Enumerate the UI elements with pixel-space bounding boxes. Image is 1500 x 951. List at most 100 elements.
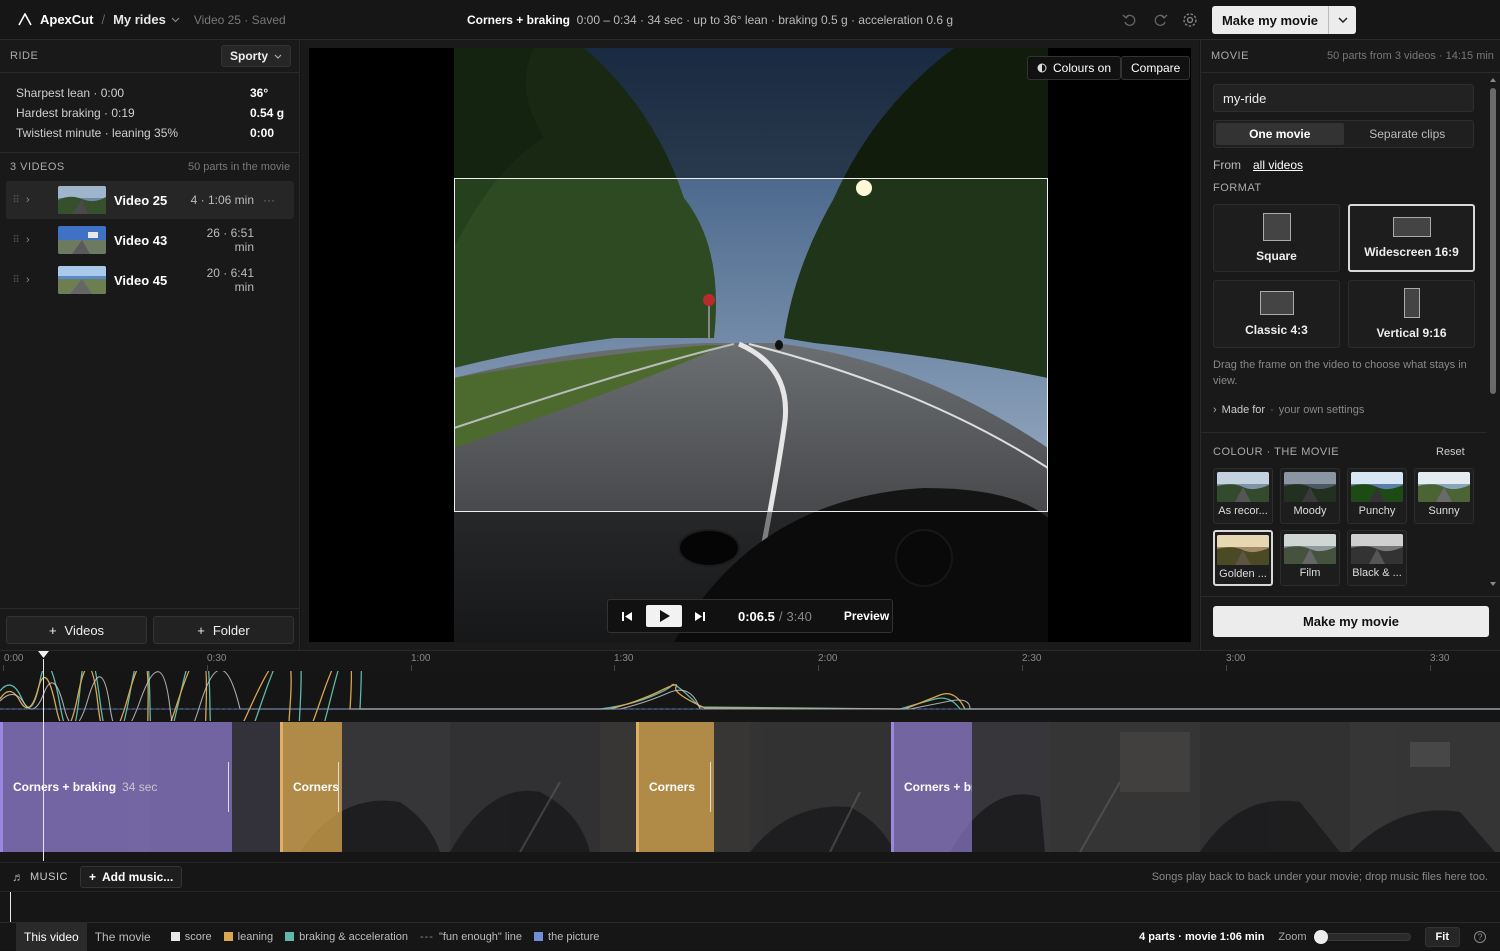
- movie-section-label: MOVIE: [1211, 50, 1249, 62]
- divider: [1201, 432, 1487, 433]
- mode-separate-clips[interactable]: Separate clips: [1344, 123, 1472, 145]
- made-for-row[interactable]: › Made for · your own settings: [1213, 404, 1364, 416]
- timeline[interactable]: 0:00 0:30 1:00 1:30 2:00 2:30 3:00 3:30: [0, 650, 1500, 922]
- segment-stats: 0:00 – 0:34 · 34 sec · up to 36° lean · …: [576, 13, 954, 27]
- video-frame[interactable]: [454, 48, 1048, 642]
- square-shape-icon: [1262, 213, 1291, 241]
- movie-segment[interactable]: Corners: [636, 722, 714, 852]
- panel-scrollbar[interactable]: [1488, 76, 1498, 588]
- add-music-button[interactable]: + Add music...: [79, 866, 183, 888]
- highlight-row[interactable]: Twistiest minute · leaning 35% 0:00: [16, 126, 286, 140]
- zoom-slider-thumb[interactable]: [1313, 929, 1328, 944]
- total-time: 3:40: [786, 608, 812, 624]
- time-tick: 3:00: [1226, 653, 1246, 664]
- playhead[interactable]: [43, 659, 44, 861]
- highlight-label: Twistiest minute · leaning 35%: [16, 126, 179, 140]
- drag-handle-icon[interactable]: ⠿: [6, 235, 26, 246]
- tab-the-movie[interactable]: The movie: [87, 923, 159, 951]
- undo-icon[interactable]: [1121, 11, 1139, 29]
- highlight-row[interactable]: Hardest braking · 0:19 0.54 g: [16, 106, 286, 120]
- chevron-down-icon: [1337, 17, 1348, 23]
- movie-name-input[interactable]: my-ride: [1213, 84, 1474, 112]
- add-folder-button[interactable]: + Folder: [153, 616, 294, 644]
- segment-summary: Corners + braking 0:00 – 0:34 · 34 sec ·…: [300, 13, 1120, 27]
- made-for-value: your own settings: [1278, 404, 1365, 416]
- time-tick: 1:30: [614, 653, 634, 664]
- format-label: Classic 4:3: [1245, 323, 1308, 337]
- dashed-line-icon: ---: [419, 930, 434, 943]
- segment-trim-handle[interactable]: [228, 762, 229, 812]
- format-widescreen[interactable]: Widescreen 16:9: [1348, 204, 1475, 272]
- source-link[interactable]: all videos: [1253, 158, 1303, 172]
- chevron-right-icon[interactable]: ›: [26, 274, 44, 286]
- movie-segment[interactable]: Corners + br: [891, 722, 972, 852]
- ride-style-dropdown[interactable]: Sporty: [221, 45, 292, 67]
- colours-toggle[interactable]: Colours on: [1027, 56, 1122, 80]
- mode-one-movie[interactable]: One movie: [1216, 123, 1344, 145]
- highlight-row[interactable]: Sharpest lean · 0:00 36°: [16, 86, 286, 100]
- highlight-label: Hardest braking · 0:19: [16, 106, 135, 120]
- compare-button[interactable]: Compare: [1121, 56, 1191, 80]
- preview-button[interactable]: Preview: [844, 609, 889, 623]
- video-meta: 20 · 6:41 min: [206, 266, 254, 294]
- add-music-label: Add music...: [101, 870, 174, 884]
- movie-segment[interactable]: Corners: [280, 722, 342, 852]
- player-controls: 0:06.5 / 3:40 Preview: [607, 599, 893, 633]
- highlight-label: Sharpest lean · 0:00: [16, 86, 125, 100]
- reset-colour-button[interactable]: Reset: [1436, 446, 1465, 458]
- make-movie-button[interactable]: Make my movie: [1212, 6, 1356, 34]
- help-icon[interactable]: ?: [1474, 930, 1486, 943]
- video-row[interactable]: ⠿ › Video 45 20 · 6:41 min: [6, 261, 294, 299]
- filmstrip[interactable]: Corners + braking 34 sec Corners Corners…: [0, 722, 1500, 852]
- tab-this-video[interactable]: This video: [16, 922, 87, 951]
- format-square[interactable]: Square: [1213, 204, 1340, 272]
- videos-parts-note: 50 parts in the movie: [188, 161, 291, 173]
- gear-icon[interactable]: [1181, 11, 1199, 29]
- format-section-label: FORMAT: [1213, 182, 1262, 194]
- movie-summary: 4 parts · movie 1:06 min: [1139, 930, 1265, 943]
- chevron-right-icon[interactable]: ›: [26, 234, 44, 246]
- look-as-recorded[interactable]: As recor...: [1213, 468, 1273, 524]
- music-label: MUSIC: [30, 871, 68, 883]
- chevron-right-icon[interactable]: ›: [26, 194, 44, 206]
- skip-back-icon[interactable]: [608, 611, 646, 622]
- segment-trim-handle[interactable]: [710, 762, 711, 812]
- make-movie-button-bottom[interactable]: Make my movie: [1213, 606, 1489, 637]
- format-classic[interactable]: Classic 4:3: [1213, 280, 1340, 348]
- play-button[interactable]: [646, 605, 682, 627]
- drag-handle-icon[interactable]: ⠿: [6, 275, 26, 286]
- look-sunny[interactable]: Sunny: [1414, 468, 1474, 524]
- ride-style-value: Sporty: [230, 49, 269, 63]
- more-options-icon[interactable]: ···: [254, 193, 284, 207]
- video-row[interactable]: ⠿ › Video 43 26 · 6:51 min: [6, 221, 294, 259]
- ride-section-label: RIDE: [10, 50, 39, 62]
- add-videos-label: Videos: [64, 622, 105, 638]
- play-icon: [659, 610, 670, 622]
- redo-icon[interactable]: [1151, 11, 1169, 29]
- segment-trim-handle[interactable]: [338, 762, 339, 812]
- movie-segment[interactable]: Corners + braking 34 sec: [0, 722, 232, 852]
- breadcrumb-my-rides[interactable]: My rides: [113, 12, 180, 27]
- skip-forward-icon[interactable]: [682, 611, 716, 622]
- make-movie-menu-button[interactable]: [1328, 6, 1356, 34]
- legend-label: score: [184, 930, 212, 943]
- add-videos-button[interactable]: + Videos: [6, 616, 147, 644]
- playhead-marker-icon[interactable]: [38, 651, 49, 659]
- look-punchy[interactable]: Punchy: [1347, 468, 1407, 524]
- time-tick: 2:30: [1022, 653, 1042, 664]
- look-thumbnail: [1284, 472, 1336, 502]
- fit-button[interactable]: Fit: [1424, 926, 1460, 947]
- video-row[interactable]: ⠿ › Video 25 4 · 1:06 min ···: [6, 181, 294, 219]
- look-film[interactable]: Film: [1280, 530, 1340, 586]
- divider: [1201, 72, 1500, 73]
- look-black-white[interactable]: Black & ...: [1347, 530, 1407, 586]
- zoom-slider[interactable]: [1313, 929, 1411, 944]
- legend-picture: the picture: [534, 931, 599, 943]
- format-vertical[interactable]: Vertical 9:16: [1348, 280, 1475, 348]
- drag-handle-icon[interactable]: ⠿: [6, 195, 26, 206]
- highlight-value: 36°: [250, 86, 269, 100]
- look-label: Film: [1299, 567, 1321, 579]
- look-golden[interactable]: Golden ...: [1213, 530, 1273, 586]
- look-moody[interactable]: Moody: [1280, 468, 1340, 524]
- app-name[interactable]: ApexCut: [40, 12, 93, 27]
